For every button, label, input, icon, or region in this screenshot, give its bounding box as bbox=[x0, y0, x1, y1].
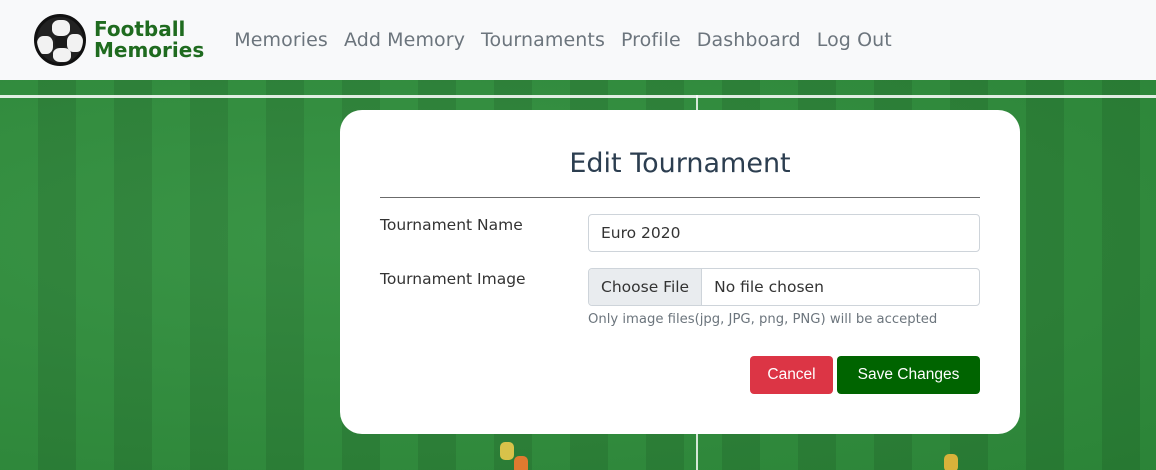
brand-name: Football Memories bbox=[94, 19, 204, 61]
page-title: Edit Tournament bbox=[569, 148, 791, 179]
edit-tournament-card: Edit Tournament Tournament Name Euro 202… bbox=[340, 110, 1020, 434]
nav-link-dashboard[interactable]: Dashboard bbox=[697, 29, 801, 51]
soccer-ball-icon bbox=[34, 14, 86, 66]
tournament-image-file-input[interactable]: Choose File No file chosen bbox=[588, 268, 980, 306]
brand-line-2: Memories bbox=[94, 38, 205, 62]
nav-link-tournaments[interactable]: Tournaments bbox=[481, 29, 605, 51]
nav-link-add-memory[interactable]: Add Memory bbox=[344, 29, 465, 51]
brand-line-1: Football bbox=[94, 17, 186, 41]
pitch-line bbox=[0, 95, 1156, 98]
cancel-button[interactable]: Cancel bbox=[750, 356, 833, 394]
nav-link-profile[interactable]: Profile bbox=[621, 29, 681, 51]
save-changes-button[interactable]: Save Changes bbox=[837, 356, 980, 394]
file-status-text: No file chosen bbox=[714, 278, 824, 296]
player-figure bbox=[514, 456, 528, 470]
brand-logo-link[interactable]: Football Memories bbox=[34, 14, 204, 66]
tournament-name-input[interactable]: Euro 2020 bbox=[588, 214, 980, 252]
divider bbox=[380, 197, 980, 198]
player-figure bbox=[500, 442, 514, 460]
choose-file-button[interactable]: Choose File bbox=[589, 269, 703, 305]
file-help-text: Only image files(jpg, JPG, png, PNG) wil… bbox=[588, 312, 938, 327]
tournament-name-label: Tournament Name bbox=[380, 216, 523, 234]
tournament-image-label: Tournament Image bbox=[380, 270, 526, 288]
nav-link-log-out[interactable]: Log Out bbox=[817, 29, 892, 51]
player-figure bbox=[944, 454, 958, 470]
navbar: Football Memories Memories Add Memory To… bbox=[0, 0, 1156, 80]
nav-link-memories[interactable]: Memories bbox=[234, 29, 328, 51]
